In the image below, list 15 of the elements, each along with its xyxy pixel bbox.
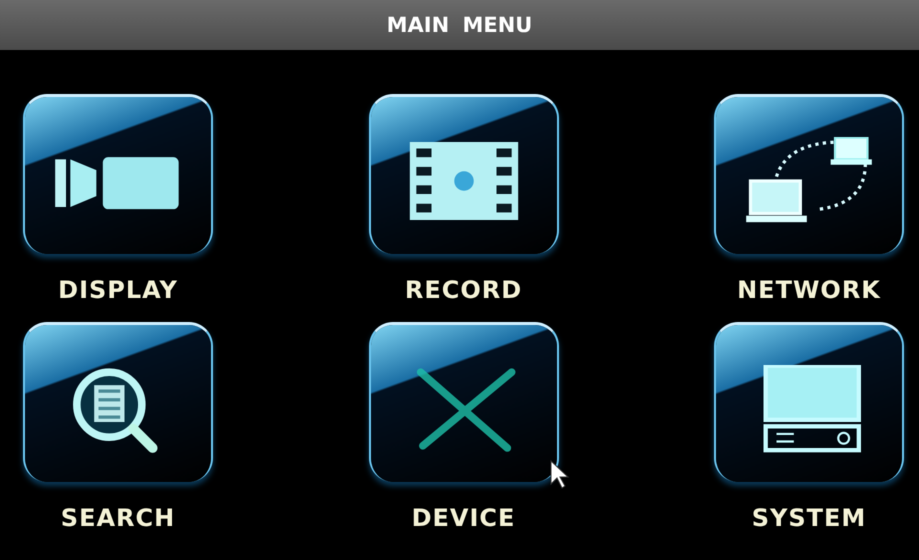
icon-tile[interactable] <box>714 322 904 482</box>
menu-label[interactable]: DISPLAY <box>58 276 178 312</box>
icon-tile[interactable] <box>368 94 558 254</box>
menu-label[interactable]: NETWORK <box>737 276 881 312</box>
icon-tile[interactable] <box>368 322 558 482</box>
mouse-pointer-icon <box>550 460 570 490</box>
icon-tile[interactable] <box>23 94 213 254</box>
icon-tile[interactable] <box>714 94 904 254</box>
menu-label[interactable]: RECORD <box>404 276 522 312</box>
menu-label[interactable]: DEVICE <box>412 504 516 540</box>
icon-tile[interactable] <box>23 322 213 482</box>
menu-title: MAIN MENU <box>386 13 532 37</box>
networked-computers-icon <box>744 136 874 224</box>
menu-label[interactable]: SEARCH <box>60 504 176 540</box>
menu-label[interactable]: SYSTEM <box>752 504 866 540</box>
